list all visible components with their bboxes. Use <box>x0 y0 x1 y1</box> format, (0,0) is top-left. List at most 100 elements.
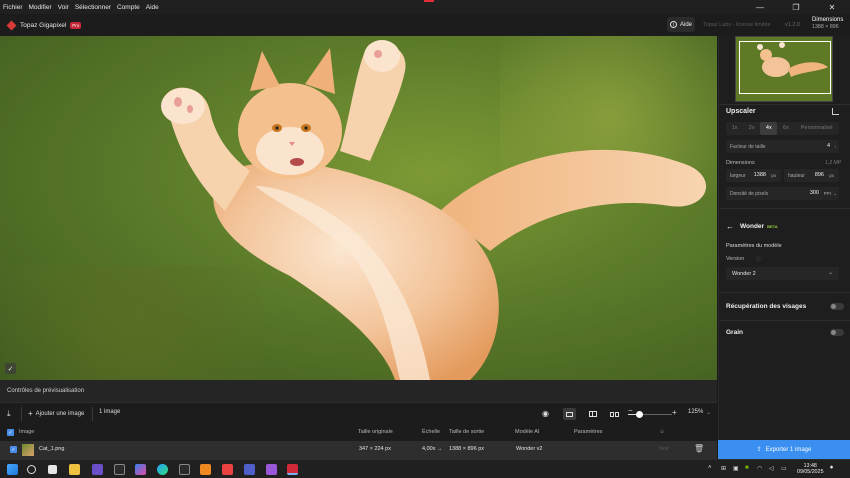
divider <box>719 208 850 209</box>
height-field[interactable]: hauteur 896 px <box>784 169 839 182</box>
zoom-slider-knob[interactable] <box>635 411 643 418</box>
task-view-icon[interactable] <box>48 465 57 474</box>
file-explorer-icon[interactable] <box>69 464 80 475</box>
add-image-button[interactable]: + Ajouter une image <box>28 409 84 418</box>
image-preview[interactable]: ✓ <box>0 36 717 380</box>
side-by-side-button[interactable] <box>608 408 621 420</box>
navigator-thumbnail[interactable] <box>735 36 833 102</box>
navigator-viewport-frame[interactable] <box>739 41 831 94</box>
scale-1x[interactable]: 1x <box>726 122 743 135</box>
header-scale[interactable]: Échelle <box>422 429 440 435</box>
compare-toggle-button[interactable]: ✓ <box>5 363 16 374</box>
cat-photo <box>161 40 707 380</box>
teams-icon[interactable] <box>244 464 255 475</box>
row-status: Noir <box>659 446 670 452</box>
scale-4x[interactable]: 4x <box>760 122 778 135</box>
app-icon[interactable] <box>92 464 103 475</box>
close-button[interactable]: ✕ <box>814 0 850 14</box>
zoom-value[interactable]: 125% <box>688 409 703 415</box>
zoom-in-icon[interactable]: + <box>672 408 677 417</box>
zoom-dropdown-icon[interactable]: ⌄ <box>706 409 711 416</box>
menu-compte[interactable]: Compte <box>117 4 140 11</box>
import-icon[interactable]: ⤓ <box>7 409 11 419</box>
tray-app2-icon[interactable]: ▣ <box>733 465 739 472</box>
header-parameters[interactable]: Paramètres <box>574 429 602 435</box>
zoom-slider[interactable] <box>628 411 672 418</box>
scale-factor-field[interactable]: Facteur de taille 4 › <box>726 140 839 153</box>
header-image[interactable]: Image <box>19 429 34 435</box>
crop-icon[interactable] <box>832 108 839 115</box>
chevron-down-icon: ⌄ <box>827 270 833 276</box>
notification-icon[interactable]: ⏺ <box>830 465 833 472</box>
terminal-icon[interactable] <box>114 464 125 475</box>
copilot-icon[interactable] <box>135 464 146 475</box>
export-button[interactable]: ⇪ Exporter 1 image <box>718 440 850 459</box>
width-label: largeur <box>730 173 746 179</box>
menu-selectionner[interactable]: Sélectionner <box>75 4 111 11</box>
pro-badge: Pro <box>70 21 82 29</box>
header-ai-model[interactable]: Modèle AI <box>515 429 539 435</box>
row-original-size: 347 × 224 px <box>359 446 391 452</box>
density-value: 300 <box>809 190 819 196</box>
volume-icon[interactable]: ◁ <box>769 465 774 472</box>
battery-icon[interactable]: ▭ <box>781 465 787 472</box>
search-icon[interactable] <box>27 465 36 474</box>
table-row[interactable]: ✓ Cat_1.png 347 × 224 px 4,00x → 1388 × … <box>0 441 717 459</box>
divider <box>719 320 850 321</box>
scale-6x[interactable]: 6x <box>777 122 794 135</box>
split-view-button[interactable] <box>586 408 599 420</box>
single-view-button[interactable] <box>563 408 576 420</box>
help-button[interactable]: i Aide <box>667 17 695 32</box>
scale-2x[interactable]: 2x <box>743 122 760 135</box>
export-icon: ⇪ <box>756 447 762 453</box>
preview-controls-bar[interactable]: Contrôles de prévisualisation <box>0 380 717 402</box>
menubar: Fichier Modifier Voir Sélectionner Compt… <box>0 0 850 14</box>
menu-modifier[interactable]: Modifier <box>29 4 52 11</box>
eye-icon[interactable]: ◉ <box>542 409 549 418</box>
wifi-icon[interactable]: ◠ <box>757 465 762 472</box>
select-all-checkbox[interactable]: ✓ <box>7 429 14 436</box>
info-icon[interactable]: ⓘ <box>756 255 762 263</box>
maximize-button[interactable]: ❐ <box>778 0 814 14</box>
header-output-size[interactable]: Taille de sortie <box>449 429 484 435</box>
face-recovery-toggle[interactable] <box>830 303 844 310</box>
nvidia-icon[interactable]: ■ <box>745 465 749 471</box>
windows-start-icon[interactable] <box>7 464 18 475</box>
density-unit: PPI <box>823 191 831 196</box>
back-arrow-icon[interactable]: ← <box>726 222 734 231</box>
chevron-down-icon: ⌄ <box>833 191 837 196</box>
app-header: Topaz Gigapixel Pro i Aide Topaz Labs - … <box>0 14 850 36</box>
width-unit: px <box>771 173 776 178</box>
beta-badge: BETA <box>767 224 778 229</box>
dimensions-label: Dimensions <box>726 160 755 166</box>
calculator-icon[interactable] <box>179 464 190 475</box>
model-header[interactable]: ← Wonder BETA <box>726 222 778 231</box>
pixel-density-field[interactable]: Densité de pixels 300 PPI ⌄ <box>726 187 839 200</box>
vlc-icon[interactable] <box>200 464 211 475</box>
menu-voir[interactable]: Voir <box>58 4 69 11</box>
plus-icon: + <box>28 409 33 418</box>
dimensions-info: Dimensions 1388 × 896 <box>812 17 843 30</box>
version-select[interactable]: Wonder 2 ⌄ <box>726 267 839 280</box>
width-field[interactable]: largeur 1388 px <box>726 169 781 182</box>
scale-selector: 1x 2x 4x 6x Personnalisé <box>726 122 839 135</box>
tray-app-icon[interactable]: ⊞ <box>721 465 726 472</box>
menu-fichier[interactable]: Fichier <box>3 4 23 11</box>
grain-toggle[interactable] <box>830 329 844 336</box>
clock[interactable]: 13:48 09/05/2025 <box>797 463 824 475</box>
media-icon[interactable] <box>222 464 233 475</box>
edge-icon[interactable] <box>157 464 168 475</box>
chevron-up-icon[interactable]: ˄ <box>708 465 712 471</box>
row-checkbox[interactable]: ✓ <box>10 446 17 453</box>
header-original-size[interactable]: Taille originale <box>358 429 393 435</box>
app2-icon[interactable] <box>266 464 277 475</box>
menu-aide[interactable]: Aide <box>146 4 159 11</box>
license-text: Topaz Labs - license limitée <box>703 22 771 28</box>
trash-icon[interactable]: 🗑 <box>694 444 704 453</box>
topaz-taskbar-icon[interactable] <box>287 464 298 475</box>
grain-label: Grain <box>726 329 743 336</box>
version-value: Wonder 2 <box>732 271 756 277</box>
app-title: Topaz Gigapixel <box>20 21 67 29</box>
scale-custom[interactable]: Personnalisé <box>795 122 840 135</box>
minimize-button[interactable]: — <box>742 0 778 14</box>
